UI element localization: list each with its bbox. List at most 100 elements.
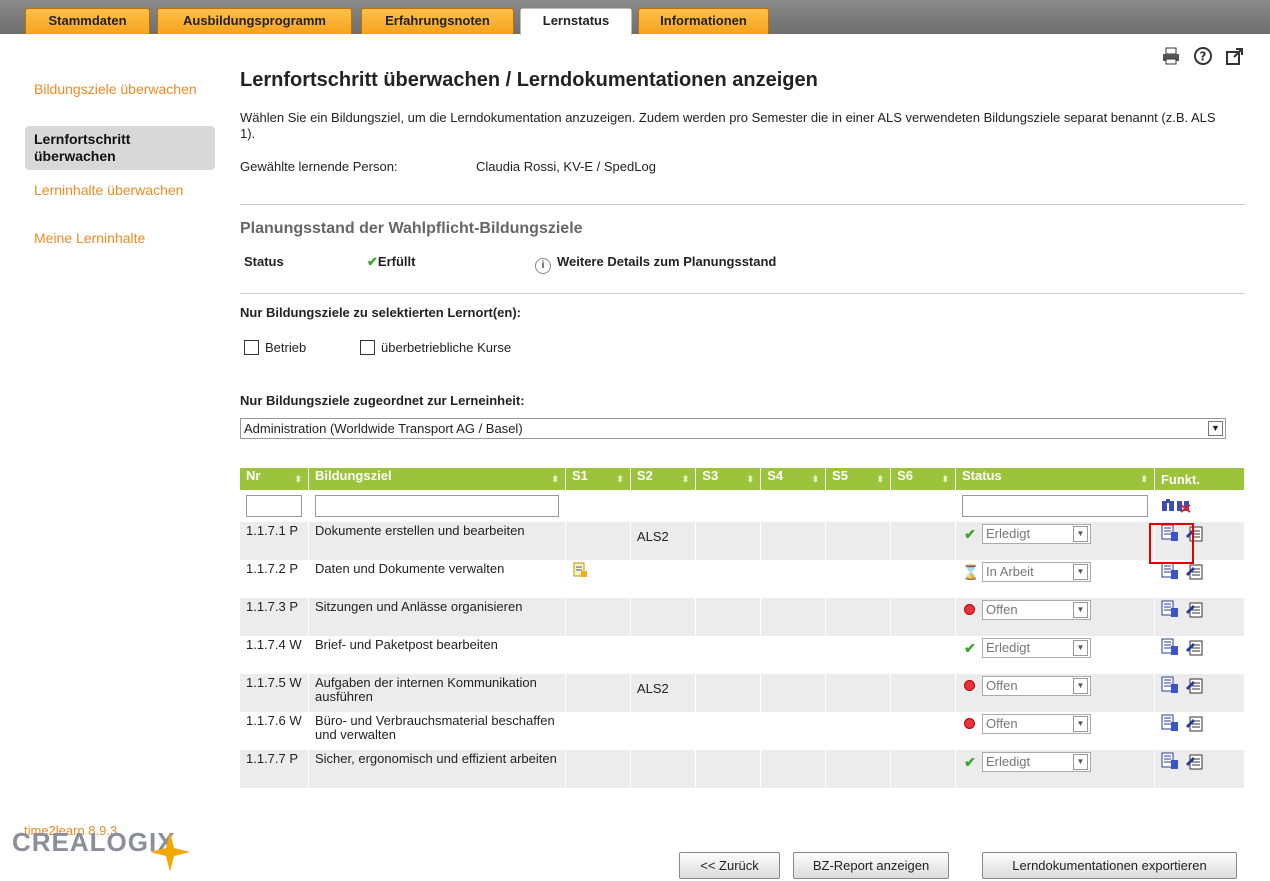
checkbox-betrieb[interactable]: Betrieb (244, 340, 306, 355)
table-row[interactable]: 1.1.7.3 P Sitzungen und Anlässe organisie… (240, 598, 1246, 636)
cell-bildungsziel[interactable]: Sicher, ergonomisch und effizient arbeit… (308, 750, 566, 788)
lerndoku-edit-icon[interactable] (1185, 714, 1203, 732)
lerneinheit-label: Nur Bildungsziele zugeordnet zur Lernein… (240, 393, 525, 408)
table-row[interactable]: 1.1.7.2 P Daten und Dokumente verwalten ⌛ I… (240, 560, 1246, 598)
cell-s3 (695, 636, 762, 674)
lerndoku-view-icon[interactable] (1161, 752, 1179, 770)
cell-s5 (825, 560, 892, 598)
cell-status: Offen ▼ (955, 712, 1155, 750)
cell-s5 (825, 598, 892, 636)
column-header-s5[interactable]: S5 ⬍ (825, 468, 892, 490)
chevron-down-icon[interactable]: ▼ (1072, 640, 1088, 656)
cell-s2: ALS2 (630, 674, 697, 712)
lerndoku-edit-icon[interactable] (1185, 638, 1203, 656)
status-select[interactable]: In Arbeit ▼ (981, 562, 1091, 582)
tab-ausbildungsprogramm[interactable]: Ausbildungsprogramm (157, 8, 352, 34)
status-select[interactable]: Offen ▼ (981, 600, 1091, 620)
lerndoku-edit-icon[interactable] (1185, 600, 1203, 618)
cell-bildungsziel[interactable]: Daten und Dokumente verwalten (308, 560, 566, 598)
table-row[interactable]: 1.1.7.6 W Büro- und Verbrauchsmaterial be… (240, 712, 1246, 750)
lerneinheit-select[interactable]: Administration (Worldwide Transport AG /… (240, 418, 1226, 439)
cell-s4 (760, 674, 827, 712)
tab-stammdaten[interactable]: Stammdaten (25, 8, 150, 34)
sidebar-item-meine-lerninhalte[interactable]: Meine Lerninhalte (25, 230, 215, 247)
red-dot-icon (962, 603, 978, 617)
chevron-down-icon[interactable]: ▼ (1208, 421, 1223, 436)
lerndoku-pending-icon[interactable] (572, 562, 588, 578)
help-icon[interactable]: ? (1193, 46, 1213, 66)
tab-erfahrungsnoten[interactable]: Erfahrungsnoten (361, 8, 514, 34)
back-button[interactable]: << Zurück (679, 852, 780, 879)
sort-icon: ⬍ (294, 474, 302, 484)
cell-s2 (630, 598, 697, 636)
filter-status-input[interactable] (961, 495, 1148, 517)
column-header-s3[interactable]: S3 ⬍ (695, 468, 762, 490)
cell-funkt (1154, 712, 1246, 750)
chevron-down-icon[interactable]: ▼ (1072, 754, 1088, 770)
lerndoku-view-icon[interactable] (1161, 562, 1179, 580)
status-select[interactable]: Erledigt ▼ (981, 524, 1091, 544)
bz-report-button[interactable]: BZ-Report anzeigen (793, 852, 949, 879)
column-header-s4[interactable]: S4 ⬍ (760, 468, 827, 490)
chevron-down-icon[interactable]: ▼ (1072, 564, 1088, 580)
table-row[interactable]: 1.1.7.4 W Brief- und Paketpost bearbeiten… (240, 636, 1246, 674)
check-icon: ✔ (964, 526, 976, 542)
print-icon[interactable] (1161, 46, 1181, 66)
table-row[interactable]: 1.1.7.1 P Dokumente erstellen und bearbei… (240, 522, 1246, 560)
lerndoku-view-icon[interactable] (1161, 600, 1179, 618)
sidebar-item-lerninhalte[interactable]: Lerninhalte überwachen (25, 182, 215, 199)
lerndoku-edit-icon[interactable] (1185, 752, 1203, 770)
planning-status-value: ✔Erfüllt (367, 254, 416, 269)
cell-nr: 1.1.7.4 W (240, 636, 309, 674)
lerndoku-edit-icon[interactable] (1185, 676, 1203, 694)
cell-bildungsziel[interactable]: Brief- und Paketpost bearbeiten (308, 636, 566, 674)
cell-s5 (825, 636, 892, 674)
export-button[interactable]: Lerndokumentationen exportieren (982, 852, 1237, 879)
cell-s1 (565, 522, 631, 560)
lerndoku-edit-icon[interactable] (1185, 562, 1203, 580)
cell-s4 (760, 560, 827, 598)
checkbox-uek[interactable]: überbetriebliche Kurse (360, 340, 511, 355)
column-header-bildungsziel[interactable]: Bildungsziel ⬍ (308, 468, 566, 490)
tab-informationen[interactable]: Informationen (638, 8, 769, 34)
status-select[interactable]: Erledigt ▼ (981, 638, 1091, 658)
cell-bildungsziel[interactable]: Sitzungen und Anlässe organisieren (308, 598, 566, 636)
status-select[interactable]: Erledigt ▼ (981, 752, 1091, 772)
chevron-down-icon[interactable]: ▼ (1072, 678, 1088, 694)
highlight-box (1149, 523, 1194, 564)
chevron-down-icon[interactable]: ▼ (1072, 716, 1088, 732)
table-row[interactable]: 1.1.7.5 W Aufgaben der internen Kommunika… (240, 674, 1246, 712)
sidebar-item-bildungsziele[interactable]: Bildungsziele überwachen (25, 81, 215, 98)
sort-icon: ⬍ (1140, 474, 1148, 484)
lerndoku-view-icon[interactable] (1161, 676, 1179, 694)
table-row[interactable]: 1.1.7.7 P Sicher, ergonomisch und effizie… (240, 750, 1246, 788)
sidebar-item-lernfortschritt[interactable]: Lernfortschritt überwachen (25, 126, 215, 170)
cell-bildungsziel[interactable]: Aufgaben der internen Kommunikation ausf… (308, 674, 566, 712)
cell-bildungsziel[interactable]: Dokumente erstellen und bearbeiten (308, 522, 566, 560)
chevron-down-icon[interactable]: ▼ (1072, 526, 1088, 542)
cell-funkt (1154, 560, 1246, 598)
external-link-icon[interactable] (1225, 46, 1245, 66)
checkbox-box[interactable] (244, 340, 259, 355)
planning-title: Planungsstand der Wahlpflicht-Bildungszi… (240, 220, 583, 237)
column-header-s1[interactable]: S1 ⬍ (565, 468, 631, 490)
checkbox-box[interactable] (360, 340, 375, 355)
lerndoku-view-icon[interactable] (1161, 638, 1179, 656)
tab-lernstatus[interactable]: Lernstatus (520, 8, 632, 35)
column-header-s6[interactable]: S6 ⬍ (890, 468, 956, 490)
planning-details-link[interactable]: i Weitere Details zum Planungsstand (535, 254, 776, 274)
header-icons: ? (1161, 46, 1245, 66)
status-select[interactable]: Offen ▼ (981, 714, 1091, 734)
column-header-nr[interactable]: Nr ⬍ (240, 468, 309, 490)
filter-search-icon[interactable] (1161, 497, 1191, 513)
chevron-down-icon[interactable]: ▼ (1072, 602, 1088, 618)
filter-bildungsziel-input[interactable] (315, 495, 559, 517)
lerndoku-view-icon[interactable] (1161, 714, 1179, 732)
filter-nr-input[interactable] (246, 495, 302, 517)
check-icon: ✔ (964, 754, 976, 770)
column-header-status[interactable]: Status ⬍ (955, 468, 1155, 490)
cell-s3 (695, 598, 762, 636)
column-header-s2[interactable]: S2 ⬍ (630, 468, 697, 490)
status-select[interactable]: Offen ▼ (981, 676, 1091, 696)
cell-bildungsziel[interactable]: Büro- und Verbrauchsmaterial beschaffen … (308, 712, 566, 750)
